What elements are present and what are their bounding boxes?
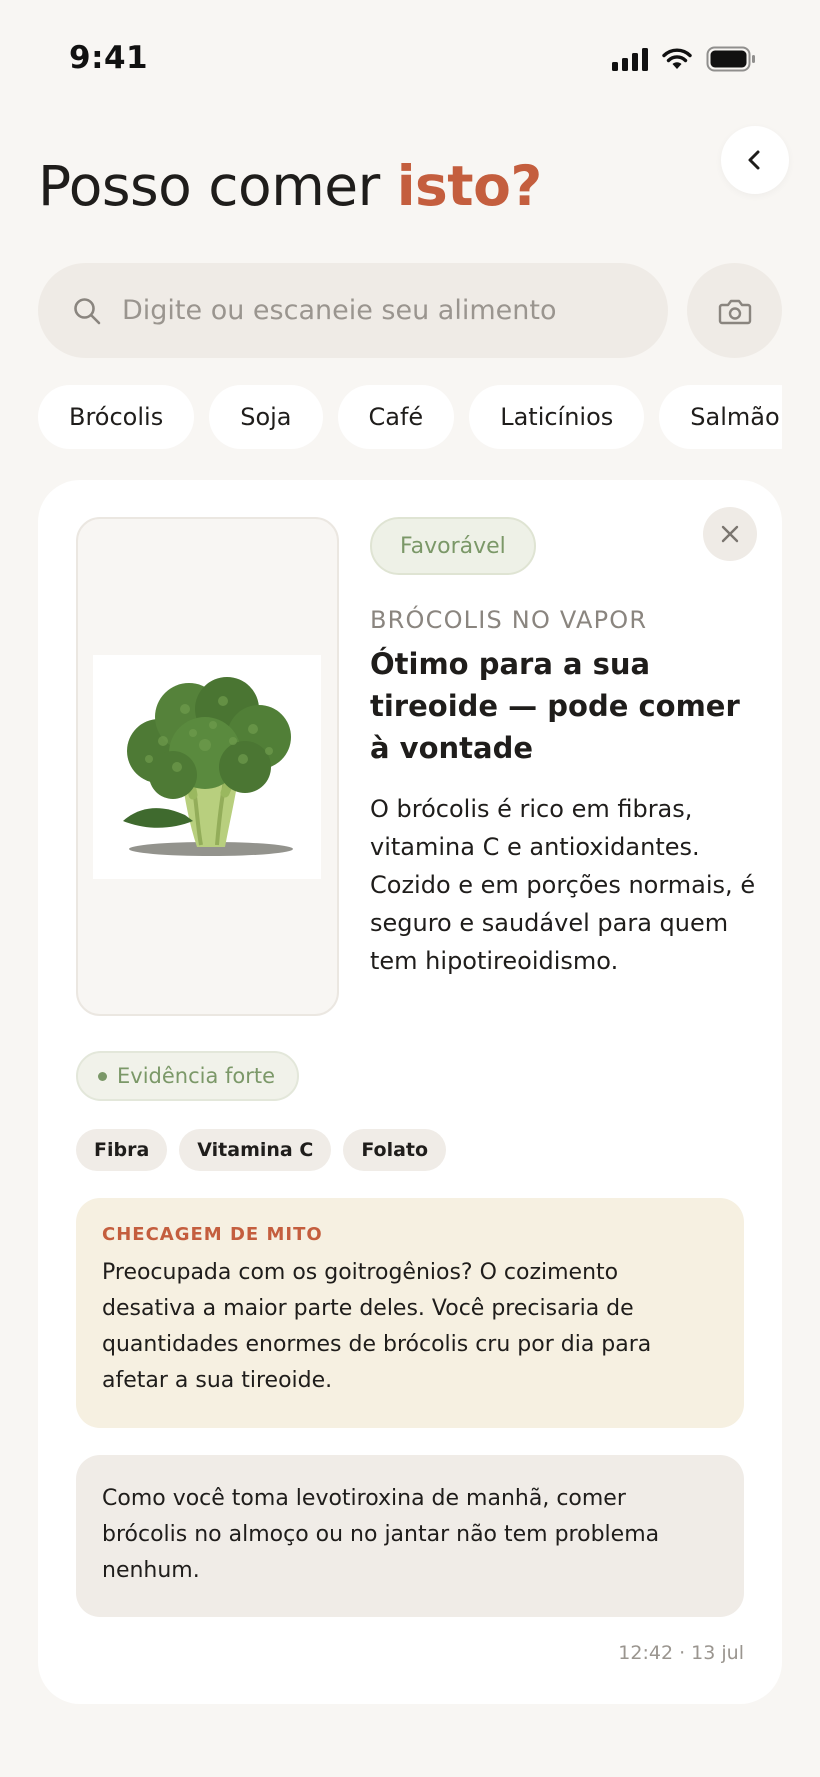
- page-title-main: Posso comer: [38, 154, 397, 218]
- evidence-dot-icon: [98, 1071, 107, 1081]
- quick-chips: Brócolis Soja Café Laticínios Salmão: [38, 385, 782, 449]
- status-bar: 9:41: [0, 0, 820, 110]
- camera-icon: [718, 299, 751, 324]
- chip-laticinios[interactable]: Laticínios: [469, 385, 645, 449]
- search-input[interactable]: [122, 295, 642, 326]
- result-headline: Ótimo para a sua tireoide — pode comer à…: [370, 647, 740, 765]
- nutrient-tags: Fibra Vitamina C Folato: [76, 1129, 447, 1171]
- myth-check-label: CHECAGEM DE MITO: [102, 1224, 323, 1245]
- evidence-label: Evidência forte: [117, 1064, 276, 1088]
- search-bar[interactable]: [38, 263, 668, 358]
- myth-check-text: Preocupada com os goitrogênios? O cozime…: [102, 1260, 652, 1393]
- page-title-accent: isto?: [396, 154, 543, 218]
- chip-brocolis[interactable]: Brócolis: [38, 385, 195, 449]
- wifi-icon: [662, 48, 692, 69]
- search-icon: [74, 297, 101, 324]
- close-button[interactable]: [703, 507, 757, 561]
- signal-icon: [612, 47, 648, 71]
- status-time: 9:41: [69, 40, 149, 76]
- result-timestamp: 12:42 · 13 jul: [618, 1642, 744, 1664]
- result-card: Favorável BRÓCOLIS NO VAPOR Ótimo para a…: [38, 480, 782, 1704]
- personal-note-box: Como você toma levotiroxina de manhã, co…: [76, 1455, 744, 1617]
- evidence-badge: Evidência forte: [76, 1051, 300, 1101]
- nutrient-tag: Folato: [343, 1129, 447, 1171]
- personal-note-text: Como você toma levotiroxina de manhã, co…: [102, 1486, 660, 1583]
- result-description: O brócolis é rico em fibras, vitamina C …: [370, 795, 756, 975]
- food-name: BRÓCOLIS NO VAPOR: [370, 606, 648, 634]
- chip-salmao[interactable]: Salmão: [659, 385, 782, 449]
- chip-cafe[interactable]: Café: [337, 385, 455, 449]
- chevron-left-icon: [748, 150, 760, 170]
- close-icon: [721, 525, 739, 543]
- broccoli-illustration: [123, 677, 293, 856]
- camera-button[interactable]: [687, 263, 782, 358]
- nutrient-tag: Vitamina C: [179, 1129, 332, 1171]
- page-title: Posso comer isto?: [38, 154, 542, 218]
- status-icons: [612, 46, 756, 72]
- food-image: [76, 517, 339, 1016]
- broccoli-photo: [93, 655, 321, 879]
- battery-icon: [706, 46, 755, 72]
- back-button[interactable]: [721, 126, 789, 194]
- nutrient-tag: Fibra: [76, 1129, 168, 1171]
- verdict-badge: Favorável: [370, 517, 536, 575]
- chip-soja[interactable]: Soja: [209, 385, 323, 449]
- myth-check-box: CHECAGEM DE MITO Preocupada com os goitr…: [76, 1198, 744, 1428]
